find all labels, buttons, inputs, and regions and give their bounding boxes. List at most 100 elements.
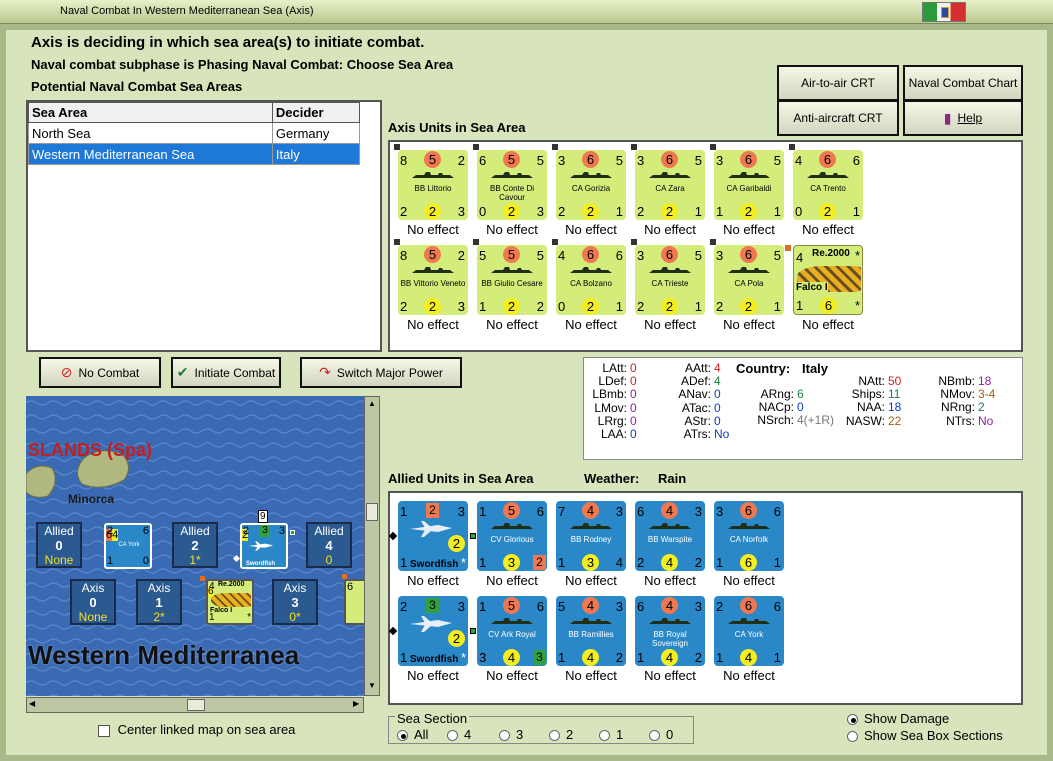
axis-sea-box[interactable]: Axis 1 2* bbox=[136, 579, 182, 625]
linked-marker-icon bbox=[388, 531, 398, 541]
unit-counter[interactable]: 3 6 6 CA Norfolk 1 6 1 bbox=[714, 501, 784, 571]
unit-name: BB Littorio bbox=[414, 184, 452, 193]
naval-combat-chart-button[interactable]: Naval Combat Chart bbox=[903, 65, 1023, 101]
sea-section-option[interactable]: 2 bbox=[549, 727, 573, 742]
mini-ship-counter[interactable]: 2 6 6 CA York 1 4 0 bbox=[104, 523, 152, 569]
scroll-right-icon[interactable]: ▶ bbox=[353, 699, 359, 708]
sea-section-option[interactable]: All bbox=[397, 727, 428, 742]
sea-section-option[interactable]: 4 bbox=[447, 727, 471, 742]
unit-name: CA Zara bbox=[655, 184, 685, 193]
mini-range: 1 bbox=[209, 612, 215, 623]
col-header-decider[interactable]: Decider bbox=[271, 102, 361, 123]
effect-label: No effect bbox=[802, 317, 854, 332]
unit-counter[interactable]: 1 5 6 CV Ark Royal 3 4 3 bbox=[477, 596, 547, 666]
unit-counter[interactable]: 2 6 6 CA York 1 4 1 bbox=[714, 596, 784, 666]
table-row[interactable]: North Sea Germany bbox=[28, 122, 361, 144]
show-damage-option[interactable]: Show Damage bbox=[847, 711, 949, 726]
stat-value: 4(+1R) bbox=[797, 413, 835, 428]
show-sea-box-radio[interactable] bbox=[847, 731, 858, 743]
attack-value: 4 bbox=[795, 153, 803, 168]
anti-aircraft-crt-button[interactable]: Anti-aircraft CRT bbox=[777, 100, 899, 136]
aircraft-counter[interactable]: 2 3 3 2 1 Swordfish * bbox=[398, 596, 468, 666]
scroll-down-icon[interactable]: ▼ bbox=[366, 681, 378, 693]
country-value: Italy bbox=[802, 361, 829, 376]
show-sea-box-option[interactable]: Show Sea Box Sections bbox=[847, 728, 1003, 743]
sea-section-option[interactable]: 1 bbox=[599, 727, 623, 742]
allied-sea-box[interactable]: Allied 0 None bbox=[36, 522, 82, 568]
italy-flag-icon bbox=[922, 2, 966, 22]
unit-counter[interactable]: 4 6 6 CA Bolzano 0 2 1 bbox=[556, 245, 626, 315]
unit-counter[interactable]: 5 4 3 BB Ramillies 1 4 2 bbox=[556, 596, 626, 666]
air-to-air-crt-button[interactable]: Air-to-air CRT bbox=[777, 65, 899, 101]
unit-counter[interactable]: 5 5 5 BB Giulio Cesare 1 2 2 bbox=[477, 245, 547, 315]
aa-value: 3 bbox=[503, 554, 520, 571]
allied-sea-box[interactable]: Allied 4 0 bbox=[306, 522, 352, 568]
movement-value: 3 bbox=[615, 599, 623, 614]
sea-section-radio[interactable] bbox=[649, 730, 660, 742]
col-header-sea-area[interactable]: Sea Area bbox=[28, 102, 273, 123]
scroll-left-icon[interactable]: ◀ bbox=[29, 699, 35, 708]
initiate-combat-button[interactable]: ✔ Initiate Combat bbox=[171, 357, 281, 388]
map-vertical-scrollbar[interactable]: ▲ ▼ bbox=[364, 396, 380, 696]
effect-label: No effect bbox=[565, 317, 617, 332]
range-value: 1 bbox=[716, 204, 724, 219]
center-map-checkbox[interactable] bbox=[98, 724, 110, 737]
ship-silhouette-icon bbox=[570, 172, 612, 178]
defense-value: 5 bbox=[503, 502, 520, 519]
axis-sea-box[interactable]: Axis 0 None bbox=[70, 579, 116, 625]
unit-counter[interactable]: 3 6 5 CA Zara 2 2 1 bbox=[635, 150, 705, 220]
mini-aircraft-counter[interactable]: 2 3 3 2 Swordfish bbox=[240, 523, 288, 569]
scroll-thumb-h[interactable] bbox=[187, 699, 205, 711]
movement-value: 5 bbox=[773, 248, 781, 263]
unit-counter[interactable]: 7 4 3 BB Rodney 1 3 4 bbox=[556, 501, 626, 571]
unit-counter[interactable]: 1 5 6 CV Glorious 1 3 2 bbox=[477, 501, 547, 571]
defense-value: 6 bbox=[740, 151, 757, 168]
sea-section-radio[interactable] bbox=[549, 730, 560, 742]
unit-counter[interactable]: 8 5 2 BB Vittorio Veneto 2 2 3 bbox=[398, 245, 468, 315]
aircraft-counter[interactable]: Re.2000 4 * Falco I 1 6 * bbox=[793, 245, 863, 315]
scroll-thumb[interactable] bbox=[366, 503, 378, 521]
center-map-checkbox-row[interactable]: Center linked map on sea area bbox=[98, 722, 295, 737]
linked-map[interactable]: SLANDS (Spa) Minorca Allied 0 None Allied 2 1… bbox=[26, 396, 364, 696]
defense-value: 4 bbox=[661, 597, 678, 614]
unit-counter[interactable]: 6 4 3 BB Warspite 2 4 2 bbox=[635, 501, 705, 571]
unit-counter[interactable]: 3 6 5 CA Garibaldi 1 2 1 bbox=[714, 150, 784, 220]
table-row-selected[interactable]: Western Mediterranean Sea Italy bbox=[28, 143, 361, 165]
map-horizontal-scrollbar[interactable]: ◀ ▶ bbox=[26, 697, 364, 713]
unit-counter[interactable]: 3 6 5 CA Trieste 2 2 1 bbox=[635, 245, 705, 315]
allied-sea-box[interactable]: Allied 2 1* bbox=[172, 522, 218, 568]
ship-silhouette-icon bbox=[412, 267, 454, 273]
ship-silhouette-icon bbox=[649, 523, 691, 529]
aircraft-counter[interactable]: 1 2 3 2 1 Swordfish * bbox=[398, 501, 468, 571]
help-label: Help bbox=[957, 111, 983, 125]
axis-sea-box[interactable]: Axis 3 0* bbox=[272, 579, 318, 625]
show-damage-radio[interactable] bbox=[847, 714, 858, 726]
sea-section-option[interactable]: 3 bbox=[499, 727, 523, 742]
mini-aircraft-counter[interactable]: 4 Re.2000 Falco I 1 6 * bbox=[206, 579, 254, 625]
attack-value: 3 bbox=[637, 248, 645, 263]
defense-value: 6 bbox=[819, 151, 836, 168]
unit-counter[interactable]: 4 6 6 CA Trento 0 2 1 bbox=[793, 150, 863, 220]
unit-name: CA Norfolk bbox=[729, 535, 769, 544]
sea-section-radio[interactable] bbox=[397, 730, 408, 742]
switch-major-power-button[interactable]: ↷ Switch Major Power bbox=[300, 357, 462, 388]
attack-value: 6 bbox=[637, 599, 645, 614]
sea-section-option[interactable]: 0 bbox=[649, 727, 673, 742]
unit-counter[interactable]: 3 6 5 CA Gorizia 2 2 1 bbox=[556, 150, 626, 220]
sea-section-radio[interactable] bbox=[599, 730, 610, 742]
sea-section-radio[interactable] bbox=[447, 730, 458, 742]
help-button[interactable]: ▮ Help bbox=[903, 100, 1023, 136]
allied-units-panel: 1 2 3 2 1 Swordfish * 2 3 3 2 1 Swordfish * No effect N… bbox=[388, 491, 1023, 705]
sea-section-radio[interactable] bbox=[499, 730, 510, 742]
status-line: Axis is deciding in which sea area(s) to… bbox=[31, 34, 425, 51]
air-defense-value: 2 bbox=[426, 503, 439, 518]
initiate-combat-label: Initiate Combat bbox=[194, 365, 276, 380]
no-combat-button[interactable]: ⊘ No Combat bbox=[39, 357, 161, 388]
unit-counter[interactable]: 3 6 5 CA Pola 2 2 1 bbox=[714, 245, 784, 315]
unit-counter[interactable]: 6 4 3 BB Royal Sovereign 1 4 2 bbox=[635, 596, 705, 666]
scroll-up-icon[interactable]: ▲ bbox=[366, 399, 378, 411]
unit-counter[interactable]: 6 5 5 BB Conte Di Cavour 0 2 3 bbox=[477, 150, 547, 220]
unit-counter[interactable]: 8 5 2 BB Littorio 2 2 3 bbox=[398, 150, 468, 220]
mini-ship-counter-partial[interactable]: 6 bbox=[344, 579, 364, 625]
mini-name: Swordfish bbox=[246, 561, 276, 567]
